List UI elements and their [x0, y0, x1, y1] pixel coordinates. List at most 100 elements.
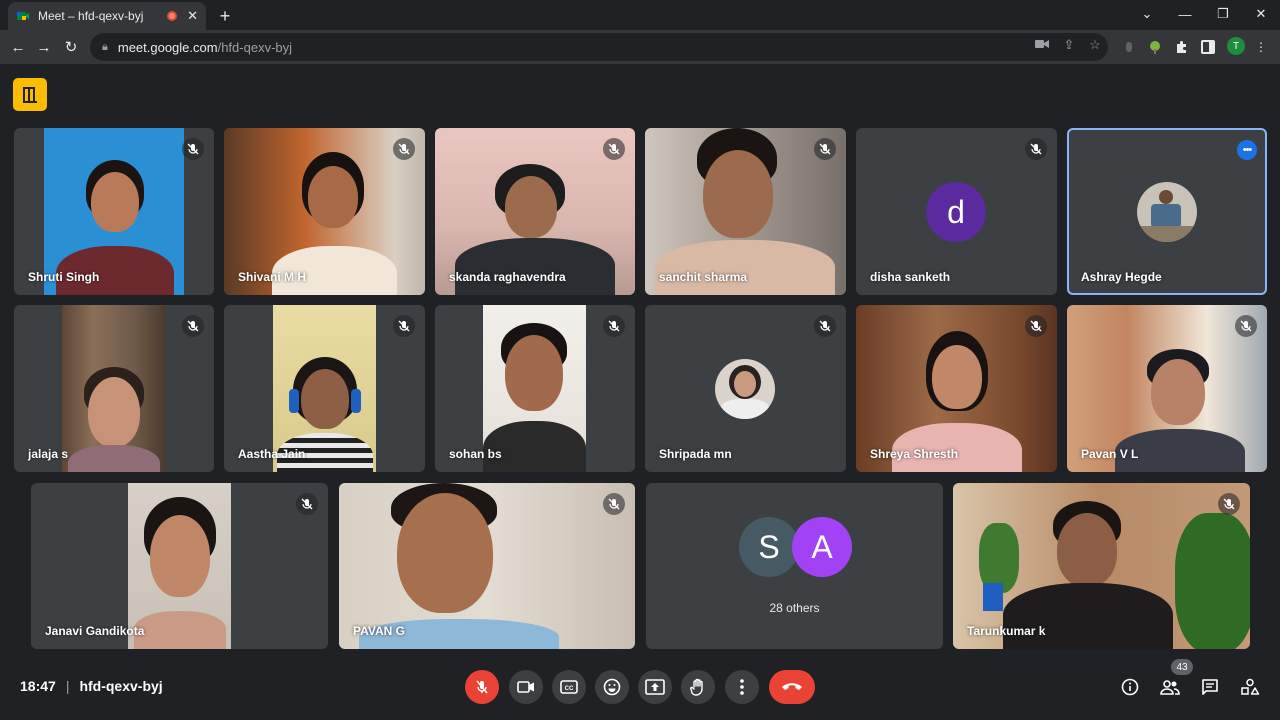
captions-button[interactable]: CC: [552, 670, 586, 704]
back-icon[interactable]: ←: [8, 37, 28, 57]
activities-shapes-icon: [1241, 678, 1260, 695]
chat-button[interactable]: [1199, 676, 1221, 698]
reactions-button[interactable]: [595, 670, 629, 704]
participant-name: disha sanketh: [870, 270, 951, 284]
address-bar[interactable]: 🔒︎ meet.google.com/hfd-qexv-byj: [90, 33, 1108, 61]
leave-call-button[interactable]: [769, 670, 815, 704]
tab-close-icon[interactable]: ✕: [187, 8, 198, 24]
extensions-puzzle-icon[interactable]: [1173, 38, 1191, 56]
camera-toggle-button[interactable]: [509, 670, 543, 704]
participant-name: PAVAN G: [353, 624, 406, 638]
mic-off-icon: [603, 138, 625, 160]
participant-name: Pavan V L: [1081, 447, 1139, 461]
reload-icon[interactable]: ↻: [61, 37, 81, 57]
chat-icon: [1202, 679, 1218, 695]
participant-tile[interactable]: Aastha Jain: [224, 305, 425, 472]
browser-tab[interactable]: Meet – hfd-qexv-byj ✕: [8, 2, 206, 30]
url-path: /hfd-qexv-byj: [217, 39, 293, 55]
participant-name: sanchit sharma: [659, 270, 748, 284]
chrome-menu-icon[interactable]: ⋮: [1252, 38, 1270, 56]
participant-name: Shripada mn: [659, 447, 732, 461]
bookmark-star-icon[interactable]: ☆: [1086, 37, 1104, 53]
participant-tile[interactable]: Tarunkumar k: [953, 483, 1250, 649]
participant-tile[interactable]: Shivani M H: [224, 128, 425, 295]
camera-in-use-icon[interactable]: [1033, 37, 1051, 52]
raise-hand-icon: [690, 678, 703, 696]
participant-tile-active-speaker[interactable]: ••• Ashray Hegde: [1067, 128, 1267, 295]
more-options-icon[interactable]: •••: [1237, 140, 1257, 160]
participant-tile[interactable]: Janavi Gandikota: [31, 483, 328, 649]
extension-a-icon[interactable]: [1120, 38, 1138, 56]
tab-search-icon[interactable]: ⌄: [1128, 0, 1166, 28]
participant-tile[interactable]: skanda raghavendra: [435, 128, 635, 295]
participant-name: jalaja s: [28, 447, 69, 461]
participant-count-badge: 43: [1171, 659, 1193, 675]
camera-icon: [517, 681, 534, 693]
tab-title: Meet – hfd-qexv-byj: [38, 9, 144, 23]
new-tab-button[interactable]: +: [214, 5, 236, 27]
minimize-icon[interactable]: —: [1166, 0, 1204, 28]
participant-name: Shivani M H: [238, 270, 307, 284]
participant-name: sohan bs: [449, 447, 502, 461]
participant-tile[interactable]: Shreya Shresth: [856, 305, 1057, 472]
mic-off-icon: [603, 493, 625, 515]
meet-door-icon: [23, 86, 37, 103]
participant-tile[interactable]: PAVAN G: [339, 483, 635, 649]
mic-off-icon: [1235, 315, 1257, 337]
url-host: meet.google.com: [117, 39, 218, 55]
mic-off-icon: [182, 138, 204, 160]
meeting-controls-bar: 18:47 | hfd-qexv-byj CC: [0, 664, 1280, 708]
mic-off-icon: [476, 680, 488, 694]
present-screen-button[interactable]: [638, 670, 672, 704]
others-avatar-a: A: [792, 517, 852, 577]
participant-tile[interactable]: jalaja s: [14, 305, 214, 472]
participant-tile[interactable]: sohan bs: [435, 305, 635, 472]
others-avatar-s: S: [739, 517, 799, 577]
participant-avatar: [715, 359, 775, 419]
closed-captions-icon: CC: [560, 680, 578, 694]
meeting-details-button[interactable]: [1119, 676, 1141, 698]
participant-avatar: d: [926, 182, 986, 242]
lock-icon: 🔒︎: [102, 40, 108, 53]
participant-video: [62, 305, 166, 472]
people-button[interactable]: [1159, 676, 1181, 698]
others-count-label: 28 others: [769, 601, 820, 615]
mic-off-icon: [393, 315, 415, 337]
divider: |: [65, 678, 70, 694]
participant-name: Aastha Jain: [238, 447, 306, 461]
meet-favicon-icon: [17, 12, 29, 20]
others-tile[interactable]: S A 28 others: [646, 483, 943, 649]
mic-off-icon: [182, 315, 204, 337]
participant-tile[interactable]: Shruti Singh: [14, 128, 214, 295]
participant-tile[interactable]: Pavan V L: [1067, 305, 1267, 472]
participant-avatar: [1137, 182, 1197, 242]
mic-off-icon: [393, 138, 415, 160]
mic-off-icon: [1025, 138, 1047, 160]
info-icon: [1121, 678, 1139, 696]
browser-toolbar: ← → ↻ 🔒︎ meet.google.com/hfd-qexv-byj ⇪ …: [0, 30, 1280, 64]
participant-name: skanda raghavendra: [449, 270, 566, 284]
participant-tile[interactable]: sanchit sharma: [645, 128, 846, 295]
more-vert-icon: [740, 679, 744, 695]
meet-logo: [13, 78, 47, 111]
more-options-button[interactable]: [725, 670, 759, 704]
window-close-icon[interactable]: ✕: [1242, 0, 1280, 28]
maximize-icon[interactable]: ❐: [1204, 0, 1242, 28]
extension-tree-icon[interactable]: [1146, 38, 1164, 56]
mic-off-icon: [296, 493, 318, 515]
forward-icon[interactable]: →: [34, 37, 54, 57]
side-panel-icon[interactable]: [1199, 38, 1217, 56]
participant-name: Shreya Shresth: [870, 447, 959, 461]
present-screen-icon: [645, 679, 665, 695]
raise-hand-button[interactable]: [681, 670, 715, 704]
mic-off-icon: [814, 315, 836, 337]
activities-button[interactable]: [1239, 676, 1261, 698]
browser-tab-strip: Meet – hfd-qexv-byj ✕ + ⌄ — ❐ ✕: [0, 0, 1280, 30]
participant-name: Shruti Singh: [28, 270, 100, 284]
end-call-icon: [782, 683, 802, 690]
mic-toggle-button[interactable]: [465, 670, 499, 704]
profile-avatar[interactable]: T: [1227, 37, 1245, 55]
participant-tile[interactable]: d disha sanketh: [856, 128, 1057, 295]
participant-tile[interactable]: Shripada mn: [645, 305, 846, 472]
share-icon[interactable]: ⇪: [1060, 37, 1078, 53]
